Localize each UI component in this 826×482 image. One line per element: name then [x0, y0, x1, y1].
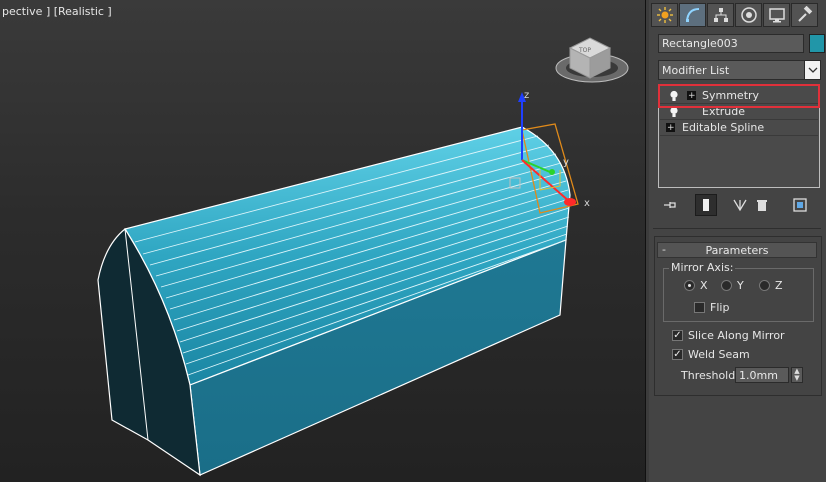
remove-modifier-icon: [757, 200, 767, 211]
threshold-spinner[interactable]: ▲ ▼: [791, 367, 803, 383]
parameters-title: Parameters: [705, 243, 769, 257]
hammer-icon: [797, 6, 812, 22]
modifier-list-label: Modifier List: [662, 64, 730, 77]
axis-label-y: y: [563, 157, 569, 168]
radio-z-label: Z: [775, 279, 783, 292]
radio-y[interactable]: [721, 280, 732, 291]
pin-stack-icon: [664, 202, 676, 208]
axis-label-z: z: [524, 90, 529, 101]
make-unique-button[interactable]: [729, 194, 751, 216]
radio-x-label: X: [700, 279, 708, 292]
radio-x[interactable]: [684, 280, 695, 291]
pin-stack-button[interactable]: [659, 194, 681, 216]
stack-item-editable-spline[interactable]: + Editable Spline: [660, 120, 818, 136]
viewport-scene: z y x TOP: [97, 37, 629, 477]
radio-y-label: Y: [737, 279, 744, 292]
tab-modify[interactable]: [679, 3, 706, 27]
radio-z[interactable]: [759, 280, 770, 291]
flip-checkbox[interactable]: [694, 302, 705, 313]
remove-modifier-button[interactable]: [751, 194, 773, 216]
tab-create[interactable]: [651, 3, 678, 27]
collapse-minus-icon: -: [662, 243, 666, 256]
display-monitor-icon: [768, 8, 785, 23]
configure-modifier-sets-button[interactable]: [789, 194, 811, 216]
modifier-list-dropdown[interactable]: Modifier List: [658, 60, 821, 80]
symmetry-highlight-box: [658, 84, 820, 108]
chevron-down-icon[interactable]: [804, 61, 820, 79]
axis-label-x: x: [584, 198, 590, 209]
threshold-label: Threshold:: [681, 369, 739, 382]
tab-utilities[interactable]: [791, 3, 818, 27]
modify-curve-icon: [685, 8, 699, 22]
sun-icon: [656, 7, 673, 23]
show-end-result-button[interactable]: [695, 194, 717, 216]
expand-plus-icon[interactable]: +: [666, 123, 675, 133]
weld-seam-checkbox[interactable]: ✓: [672, 349, 683, 360]
viewcube[interactable]: TOP: [555, 37, 629, 83]
object-name-field[interactable]: Rectangle003: [658, 34, 804, 53]
tab-motion[interactable]: [735, 3, 762, 27]
make-unique-icon: [733, 199, 747, 212]
tab-hierarchy[interactable]: [707, 3, 734, 27]
stack-toolbar: [659, 194, 819, 216]
object-color-swatch[interactable]: [809, 34, 825, 53]
show-end-result-icon: [703, 199, 709, 211]
mirror-axis-group: [663, 268, 814, 322]
command-panel: Rectangle003 Modifier List + Symmetry Ex…: [649, 0, 826, 482]
perspective-viewport[interactable]: pective ] [Realistic ] z y x TOP: [0, 0, 645, 482]
parameters-rollout-header[interactable]: - Parameters: [657, 242, 817, 258]
configure-modifier-sets-icon: [793, 198, 807, 212]
panel-separator: [653, 228, 821, 229]
slice-along-mirror-label: Slice Along Mirror: [688, 329, 785, 342]
threshold-input[interactable]: 1.0mm: [735, 367, 789, 383]
viewcube-face-label: TOP: [578, 47, 591, 54]
command-panel-tabs: [651, 3, 823, 27]
motion-icon: [740, 7, 757, 23]
mirror-axis-label: Mirror Axis:: [669, 261, 736, 274]
flip-label: Flip: [710, 301, 730, 314]
hierarchy-icon: [713, 8, 728, 22]
slice-along-mirror-checkbox[interactable]: ✓: [672, 330, 683, 341]
tab-display[interactable]: [763, 3, 790, 27]
stack-item-label: Editable Spline: [682, 121, 765, 134]
weld-seam-label: Weld Seam: [688, 348, 750, 361]
